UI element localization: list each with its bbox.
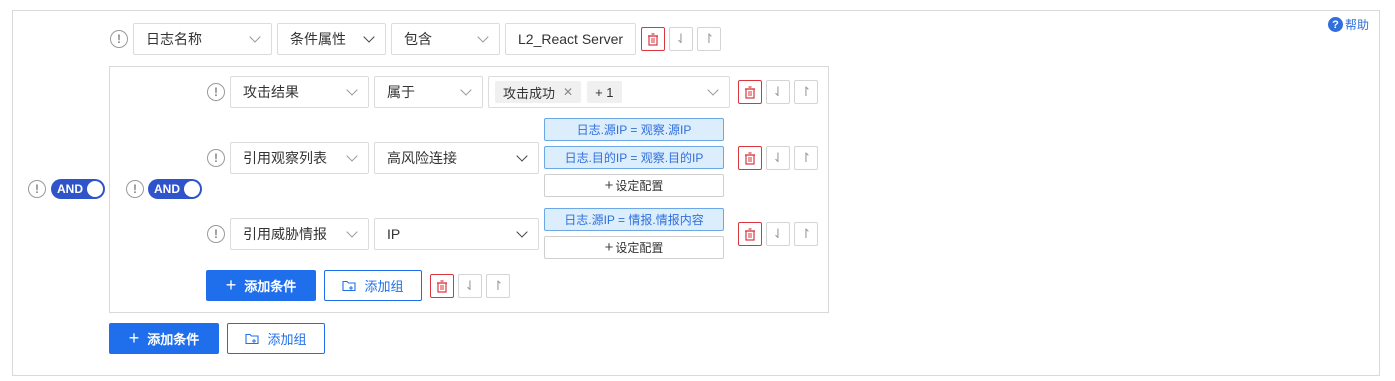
field-select[interactable]: 攻击结果 (230, 76, 369, 108)
operator-select[interactable]: 条件属性 (277, 23, 386, 55)
move-down-icon[interactable]: ⇃ (766, 222, 790, 246)
warning-icon: ! (207, 149, 225, 167)
trash-icon (745, 227, 755, 241)
move-up-icon[interactable]: ↾ (486, 274, 510, 298)
warning-icon: ! (207, 83, 225, 101)
field-select[interactable]: 引用威胁情报 (230, 218, 369, 250)
root-logic-toggle[interactable]: AND (51, 179, 105, 199)
trash-icon (745, 151, 755, 165)
more-tag: + 1 (587, 81, 622, 103)
chevron-down-icon (346, 150, 358, 162)
plus-icon: + (604, 239, 614, 256)
mapping-chip[interactable]: 日志.目的IP = 观察.目的IP (544, 146, 724, 169)
add-group-button[interactable]: 添加组 (324, 270, 422, 301)
chevron-down-icon (346, 84, 358, 96)
warning-icon: ! (110, 30, 128, 48)
field-select[interactable]: 引用观察列表 (230, 142, 369, 174)
warning-icon: ! (207, 225, 225, 243)
trash-icon (437, 279, 447, 293)
chevron-down-icon (477, 31, 489, 43)
group-logic-toggle[interactable]: AND (148, 179, 202, 199)
delete-button[interactable] (738, 80, 762, 104)
delete-button[interactable] (738, 146, 762, 170)
question-circle-icon: ? (1328, 17, 1343, 32)
multi-select[interactable]: 攻击成功 ✕ + 1 (488, 76, 730, 108)
selected-tag: 攻击成功 ✕ (495, 81, 582, 103)
warning-icon: ! (126, 180, 144, 198)
chevron-down-icon (460, 84, 472, 96)
delete-group-button[interactable] (430, 274, 454, 298)
add-group-button[interactable]: 添加组 (227, 323, 325, 354)
move-up-icon[interactable]: ↾ (794, 80, 818, 104)
chevron-down-icon (363, 31, 375, 43)
delete-button[interactable] (641, 27, 665, 51)
folder-add-icon (342, 280, 357, 291)
move-down-icon[interactable]: ⇃ (766, 146, 790, 170)
plus-icon: + (604, 177, 614, 194)
move-up-icon[interactable]: ↾ (794, 146, 818, 170)
move-up-icon[interactable]: ↾ (794, 222, 818, 246)
move-down-icon[interactable]: ⇃ (766, 80, 790, 104)
chevron-down-icon (249, 31, 261, 43)
toggle-knob (184, 181, 200, 197)
value-input[interactable]: L2_React Server (505, 23, 636, 55)
move-down-icon[interactable]: ⇃ (458, 274, 482, 298)
plus-icon: + (225, 275, 237, 295)
watchlist-select[interactable]: 高风险连接 (374, 142, 539, 174)
plus-icon: + (128, 328, 140, 348)
trash-icon (648, 32, 658, 46)
add-condition-button[interactable]: + 添加条件 (109, 323, 219, 354)
chevron-down-icon (707, 84, 719, 96)
chevron-down-icon (516, 150, 528, 162)
match-select[interactable]: 包含 (391, 23, 500, 55)
warning-icon: ! (28, 180, 46, 198)
trash-icon (745, 85, 755, 99)
move-down-icon[interactable]: ⇃ (669, 27, 693, 51)
operator-select[interactable]: 属于 (374, 76, 483, 108)
help-link[interactable]: ? 帮助 (1328, 16, 1369, 33)
chevron-down-icon (516, 226, 528, 238)
mapping-chip[interactable]: 日志.源IP = 观察.源IP (544, 118, 724, 141)
intel-type-select[interactable]: IP (374, 218, 539, 250)
config-button[interactable]: + 设定配置 (544, 174, 724, 197)
close-icon[interactable]: ✕ (563, 85, 573, 99)
mapping-chip[interactable]: 日志.源IP = 情报.情报内容 (544, 208, 724, 231)
delete-button[interactable] (738, 222, 762, 246)
config-button[interactable]: + 设定配置 (544, 236, 724, 259)
field-select[interactable]: 日志名称 (133, 23, 272, 55)
add-condition-button[interactable]: + 添加条件 (206, 270, 316, 301)
move-up-icon[interactable]: ↾ (697, 27, 721, 51)
chevron-down-icon (346, 226, 358, 238)
folder-add-icon (245, 333, 260, 344)
toggle-knob (87, 181, 103, 197)
